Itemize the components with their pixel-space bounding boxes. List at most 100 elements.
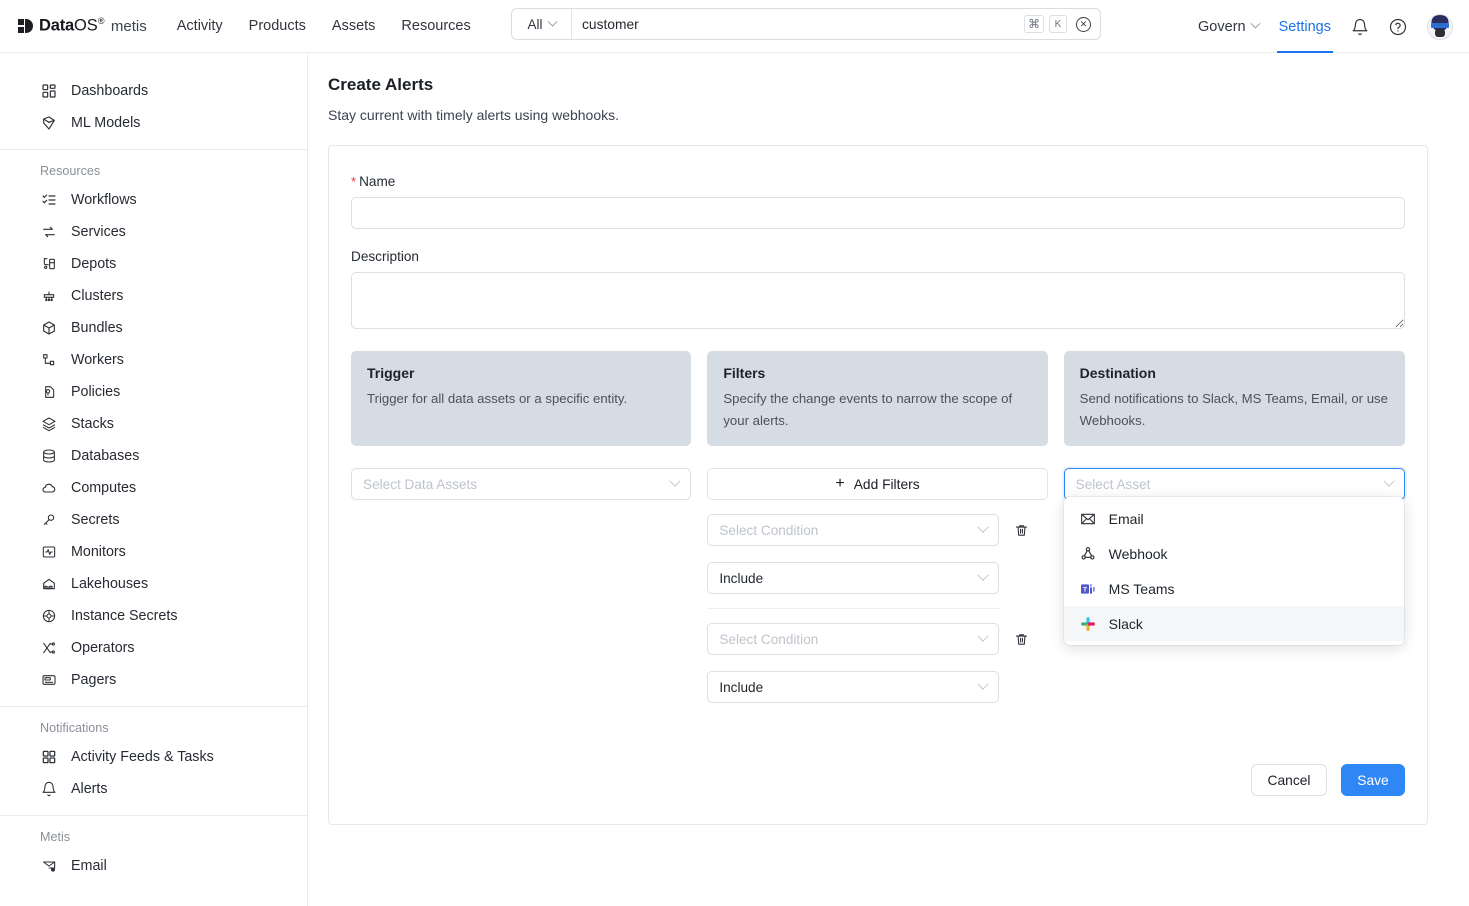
sidebar-item-label: Activity Feeds & Tasks (71, 749, 214, 765)
sidebar-item-alerts[interactable]: Alerts (0, 773, 307, 805)
trash-icon[interactable] (1009, 623, 1033, 655)
dropdown-option-webhook[interactable]: Webhook (1064, 536, 1404, 571)
shortcut-k-key: K (1049, 15, 1067, 33)
brand-os-text: OS (73, 16, 98, 35)
brand-product-text: metis (110, 17, 147, 35)
computes-icon (40, 479, 58, 497)
main-content: Create Alerts Stay current with timely a… (308, 53, 1469, 906)
alert-config-columns: Trigger Trigger for all data assets or a… (351, 351, 1405, 703)
sidebar-item-policies[interactable]: Policies (0, 376, 307, 408)
cancel-button[interactable]: Cancel (1251, 764, 1327, 796)
dropdown-option-ms-teams[interactable]: T MS Teams (1064, 571, 1404, 606)
include-mode-dropdown[interactable]: Include (707, 562, 1000, 594)
sidebar-item-activity-feeds-tasks[interactable]: Activity Feeds & Tasks (0, 741, 307, 773)
name-input[interactable] (351, 197, 1405, 229)
chevron-down-icon (669, 475, 681, 487)
sidebar-item-stacks[interactable]: Stacks (0, 408, 307, 440)
sidebar-item-label: Instance Secrets (71, 608, 178, 624)
trigger-info-card: Trigger Trigger for all data assets or a… (351, 351, 692, 446)
sidebar-item-label: Workflows (71, 192, 137, 208)
sidebar-item-label: Depots (71, 256, 117, 272)
filters-card-title: Filters (723, 365, 766, 381)
sidebar-item-operators[interactable]: Operators (0, 632, 307, 664)
sidebar: Dashboards ML Models Resources Workflows… (0, 53, 308, 906)
select-condition-dropdown[interactable]: Select Condition (707, 514, 1000, 546)
page-title: Create Alerts (328, 75, 434, 94)
filter-row-separator (707, 608, 1000, 609)
sidebar-item-depots[interactable]: Depots (0, 248, 307, 280)
sidebar-item-workers[interactable]: Workers (0, 344, 307, 376)
sidebar-item-workflows[interactable]: Workflows (0, 184, 307, 216)
sidebar-item-label: Computes (71, 480, 137, 496)
sidebar-divider (0, 149, 307, 150)
nav-item-assets[interactable]: Assets (332, 0, 376, 53)
sidebar-item-secrets[interactable]: Secrets (0, 504, 307, 536)
select-condition-dropdown[interactable]: Select Condition (707, 623, 1000, 655)
select-asset-value: Select Asset (1075, 476, 1151, 492)
search-scope-selector[interactable]: All (512, 9, 572, 39)
sidebar-item-dashboards[interactable]: Dashboards (0, 75, 307, 107)
search-shortcuts: ⌘ K ✕ (1024, 9, 1100, 39)
notification-bell-icon[interactable] (1351, 18, 1369, 36)
brand-text: DataOS® metis (39, 16, 147, 35)
sidebar-item-instance-secrets[interactable]: Instance Secrets (0, 600, 307, 632)
brand-registered-mark: ® (97, 16, 105, 27)
filter-row: Select Condition Include (707, 623, 1047, 703)
sidebar-item-label: Lakehouses (71, 576, 149, 592)
nav-item-activity[interactable]: Activity (177, 0, 223, 53)
dropdown-option-email[interactable]: Email (1064, 501, 1404, 536)
filters-card-description: Specify the change events to narrow the … (723, 391, 1013, 428)
sidebar-item-label: Dashboards (71, 83, 149, 99)
clear-search-icon[interactable]: ✕ (1076, 16, 1091, 32)
lakehouses-icon (40, 575, 58, 593)
name-label-text: Name (359, 174, 396, 189)
sidebar-item-monitors[interactable]: Monitors (0, 536, 307, 568)
sidebar-item-pagers[interactable]: Pagers (0, 664, 307, 696)
select-asset-dropdown[interactable]: Select Asset (1063, 468, 1405, 500)
stacks-icon (40, 415, 58, 433)
services-icon (40, 223, 58, 241)
destination-card-title: Destination (1079, 365, 1156, 381)
sidebar-item-label: Monitors (71, 544, 126, 560)
sidebar-item-ml-models[interactable]: ML Models (0, 107, 307, 139)
sidebar-item-bundles[interactable]: Bundles (0, 312, 307, 344)
sidebar-item-services[interactable]: Services (0, 216, 307, 248)
select-data-assets-value: Select Data Assets (363, 476, 478, 492)
email-envelope-icon (1080, 510, 1097, 527)
select-data-assets-dropdown[interactable]: Select Data Assets (351, 468, 692, 500)
dropdown-option-slack[interactable]: Slack (1063, 606, 1404, 641)
destination-column: Destination Send notifications to Slack,… (1063, 351, 1405, 703)
webhook-icon (1080, 545, 1097, 562)
sidebar-item-clusters[interactable]: Clusters (0, 280, 307, 312)
tab-settings[interactable]: Settings (1276, 0, 1334, 53)
add-filters-button[interactable]: + Add Filters (707, 468, 1048, 500)
sidebar-item-computes[interactable]: Computes (0, 472, 307, 504)
svg-text:T: T (1083, 586, 1087, 593)
user-avatar[interactable] (1427, 13, 1453, 40)
save-button[interactable]: Save (1341, 764, 1405, 796)
help-circle-icon[interactable] (1389, 18, 1407, 36)
activity-feeds-icon (40, 748, 58, 766)
dropdown-option-label: Webhook (1108, 545, 1168, 562)
top-bar: DataOS® metis Activity Products Assets R… (0, 0, 1469, 53)
trash-icon[interactable] (1009, 514, 1033, 546)
select-condition-value: Select Condition (719, 631, 819, 647)
govern-menu[interactable]: Govern (1198, 19, 1261, 35)
sidebar-item-databases[interactable]: Databases (0, 440, 307, 472)
pagers-icon (40, 671, 58, 689)
search-input[interactable] (572, 9, 1024, 39)
databases-icon (40, 447, 58, 465)
brand-logo[interactable]: DataOS® metis (18, 0, 147, 53)
include-mode-dropdown[interactable]: Include (707, 671, 1000, 703)
sidebar-item-label: Stacks (71, 416, 114, 432)
sidebar-item-label: Bundles (71, 320, 123, 336)
dropdown-option-label: Email (1108, 510, 1144, 527)
nav-item-products[interactable]: Products (249, 0, 306, 53)
description-textarea[interactable] (351, 272, 1405, 329)
form-actions: Cancel Save (1251, 764, 1405, 796)
nav-item-resources[interactable]: Resources (401, 0, 470, 53)
sidebar-item-email[interactable]: Email (0, 850, 307, 882)
sidebar-item-lakehouses[interactable]: Lakehouses (0, 568, 307, 600)
sidebar-item-label: Email (71, 858, 107, 874)
email-settings-icon (40, 857, 58, 875)
